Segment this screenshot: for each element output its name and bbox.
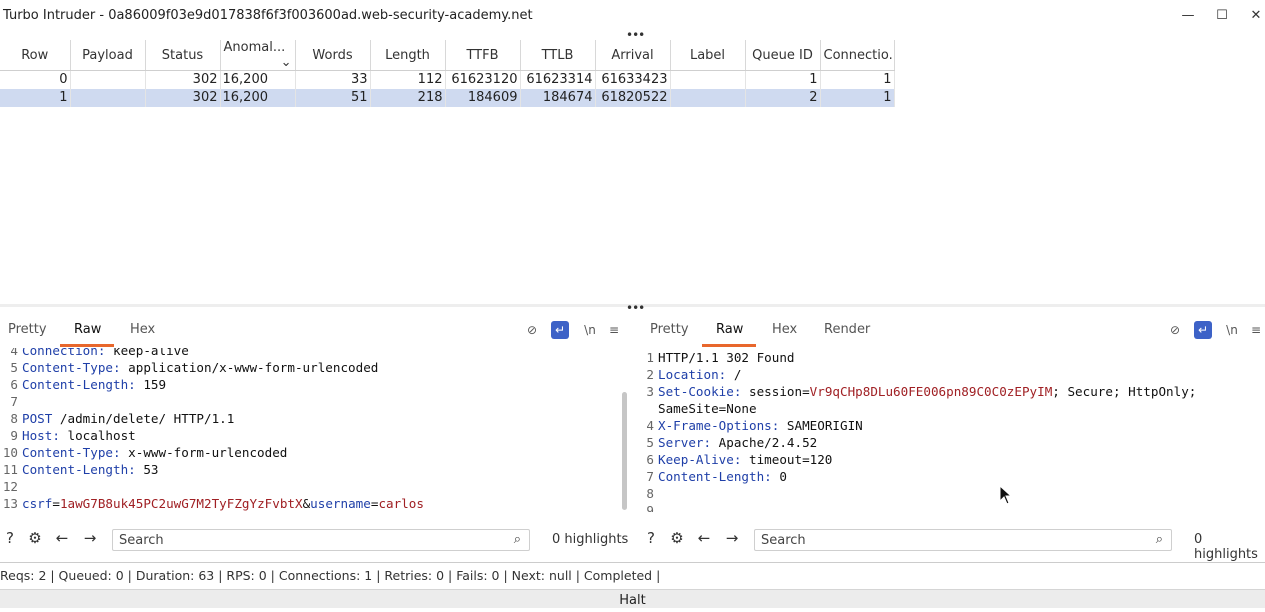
column-header-length[interactable]: Length	[370, 40, 446, 71]
cell-words: 33	[295, 70, 371, 89]
newline-toggle[interactable]: \n	[579, 321, 601, 339]
cell-ttfb: 184609	[445, 88, 521, 107]
column-header-anomaly[interactable]: Anomal... ⌄	[220, 40, 296, 71]
response-tab-raw[interactable]: Raw	[716, 322, 743, 337]
column-header-ttfb[interactable]: TTFB	[445, 40, 521, 71]
request-tab-raw[interactable]: Raw	[74, 322, 101, 337]
mouse-cursor-icon	[999, 485, 1013, 505]
forward-arrow-icon[interactable]: →	[722, 528, 742, 548]
response-tab-pretty[interactable]: Pretty	[650, 322, 689, 337]
request-scrollbar[interactable]	[622, 392, 627, 510]
cell-payload	[70, 88, 146, 107]
cell-anomaly: 16,200	[220, 70, 296, 89]
cell-ttlb: 184674	[520, 88, 596, 107]
cell-row: 0	[0, 70, 71, 89]
request-active-tab-indicator	[60, 344, 114, 347]
response-tabs: Pretty Raw Hex Render ⊘ ↵ \n ≡	[636, 314, 1265, 347]
settings-gear-icon[interactable]: ⚙	[25, 528, 45, 548]
cell-status: 302	[145, 88, 221, 107]
close-button[interactable]: ✕	[1246, 6, 1265, 26]
request-tabs: Pretty Raw Hex ⊘ ↵ \n ≡	[0, 314, 630, 347]
cell-arrival: 61633423	[595, 70, 671, 89]
request-tab-pretty[interactable]: Pretty	[8, 322, 47, 337]
middle-resize-grip-icon[interactable]: •••	[626, 302, 645, 314]
column-header-ttlb[interactable]: TTLB	[520, 40, 596, 71]
response-search-input[interactable]	[761, 532, 1141, 548]
cell-arrival: 61820522	[595, 88, 671, 107]
cell-anomaly: 16,200	[220, 88, 296, 107]
hide-eye-icon[interactable]: ⊘	[523, 321, 541, 339]
window-title: Turbo Intruder - 0a86009f03e9d017838f6f3…	[3, 8, 533, 23]
settings-gear-icon[interactable]: ⚙	[667, 528, 687, 548]
response-tab-render[interactable]: Render	[824, 322, 870, 337]
cell-label	[670, 88, 746, 107]
response-editor[interactable]: 1 HTTP/1.1 302 Found 2 Location: / 3 Set-Co…	[636, 348, 1265, 512]
cell-connection: 1	[820, 70, 895, 89]
search-icon[interactable]: ⌕	[1156, 532, 1163, 547]
wrap-lines-icon[interactable]: ↵	[1194, 321, 1212, 339]
status-text: Reqs: 2 | Queued: 0 | Duration: 63 | RPS…	[0, 568, 661, 583]
cell-words: 51	[295, 88, 371, 107]
column-header-payload[interactable]: Payload	[70, 40, 146, 71]
column-header-status[interactable]: Status	[145, 40, 221, 71]
sort-chevron-down-icon: ⌄	[280, 55, 292, 70]
status-bar: Reqs: 2 | Queued: 0 | Duration: 63 | RPS…	[0, 562, 1265, 588]
maximize-button[interactable]: ☐	[1212, 6, 1232, 26]
cell-row: 1	[0, 88, 71, 107]
cell-queue-id: 1	[745, 70, 821, 89]
column-header-queue-id[interactable]: Queue ID	[745, 40, 821, 71]
forward-arrow-icon[interactable]: →	[80, 528, 100, 548]
table-row[interactable]: 0 302 16,200 33 112 61623120 61623314 61…	[0, 70, 895, 89]
help-icon[interactable]: ?	[641, 528, 661, 548]
response-highlights-count: 0 highlights	[1194, 532, 1258, 562]
minimize-button[interactable]: —	[1178, 6, 1198, 26]
wrap-lines-icon[interactable]: ↵	[551, 321, 569, 339]
cell-status: 302	[145, 70, 221, 89]
back-arrow-icon[interactable]: ←	[52, 528, 72, 548]
request-search-input[interactable]	[119, 532, 499, 548]
cell-ttlb: 61623314	[520, 70, 596, 89]
cell-connection: 1	[820, 88, 895, 107]
help-icon[interactable]: ?	[0, 528, 20, 548]
response-footer: ? ⚙ ← → ⌕ 0 highlights	[636, 518, 1265, 562]
request-tab-hex[interactable]: Hex	[130, 322, 155, 337]
column-header-arrival[interactable]: Arrival	[595, 40, 671, 71]
menu-icon[interactable]: ≡	[605, 321, 623, 339]
request-search-box: ⌕	[112, 529, 530, 551]
cell-label	[670, 70, 746, 89]
hide-eye-icon[interactable]: ⊘	[1166, 321, 1184, 339]
request-footer: ? ⚙ ← → ⌕ 0 highlights	[0, 518, 630, 556]
column-header-anomaly-label: Anomal...	[223, 40, 286, 55]
top-resize-grip-icon[interactable]: •••	[626, 29, 645, 41]
request-highlights-count: 0 highlights	[552, 532, 629, 547]
table-row[interactable]: 1 302 16,200 51 218 184609 184674 618205…	[0, 88, 895, 107]
cell-length: 218	[370, 88, 446, 107]
search-icon[interactable]: ⌕	[514, 532, 521, 547]
menu-icon[interactable]: ≡	[1247, 321, 1265, 339]
column-header-row[interactable]: Row	[0, 40, 71, 71]
cell-queue-id: 2	[745, 88, 821, 107]
column-header-words[interactable]: Words	[295, 40, 371, 71]
table-header-row: Row Payload Status Anomal... ⌄ Words Len…	[0, 40, 895, 71]
request-pane: Pretty Raw Hex ⊘ ↵ \n ≡ 4 Connection: kee…	[0, 314, 630, 562]
newline-toggle[interactable]: \n	[1221, 321, 1243, 339]
column-header-connection[interactable]: Connectio...	[820, 40, 895, 71]
column-header-label[interactable]: Label	[670, 40, 746, 71]
back-arrow-icon[interactable]: ←	[694, 528, 714, 548]
response-active-tab-indicator	[702, 344, 756, 347]
halt-button[interactable]: Halt	[0, 589, 1265, 608]
results-table-container: Row Payload Status Anomal... ⌄ Words Len…	[0, 40, 1265, 302]
cell-ttfb: 61623120	[445, 70, 521, 89]
cell-payload	[70, 70, 146, 89]
response-search-box: ⌕	[754, 529, 1172, 551]
request-editor[interactable]: 4 Connection: keep-alive 5 Content-Type: a…	[0, 348, 624, 512]
results-table: Row Payload Status Anomal... ⌄ Words Len…	[0, 40, 895, 107]
response-pane: Pretty Raw Hex Render ⊘ ↵ \n ≡ 1 HTTP/1.1…	[636, 314, 1265, 562]
response-tab-hex[interactable]: Hex	[772, 322, 797, 337]
cell-length: 112	[370, 70, 446, 89]
